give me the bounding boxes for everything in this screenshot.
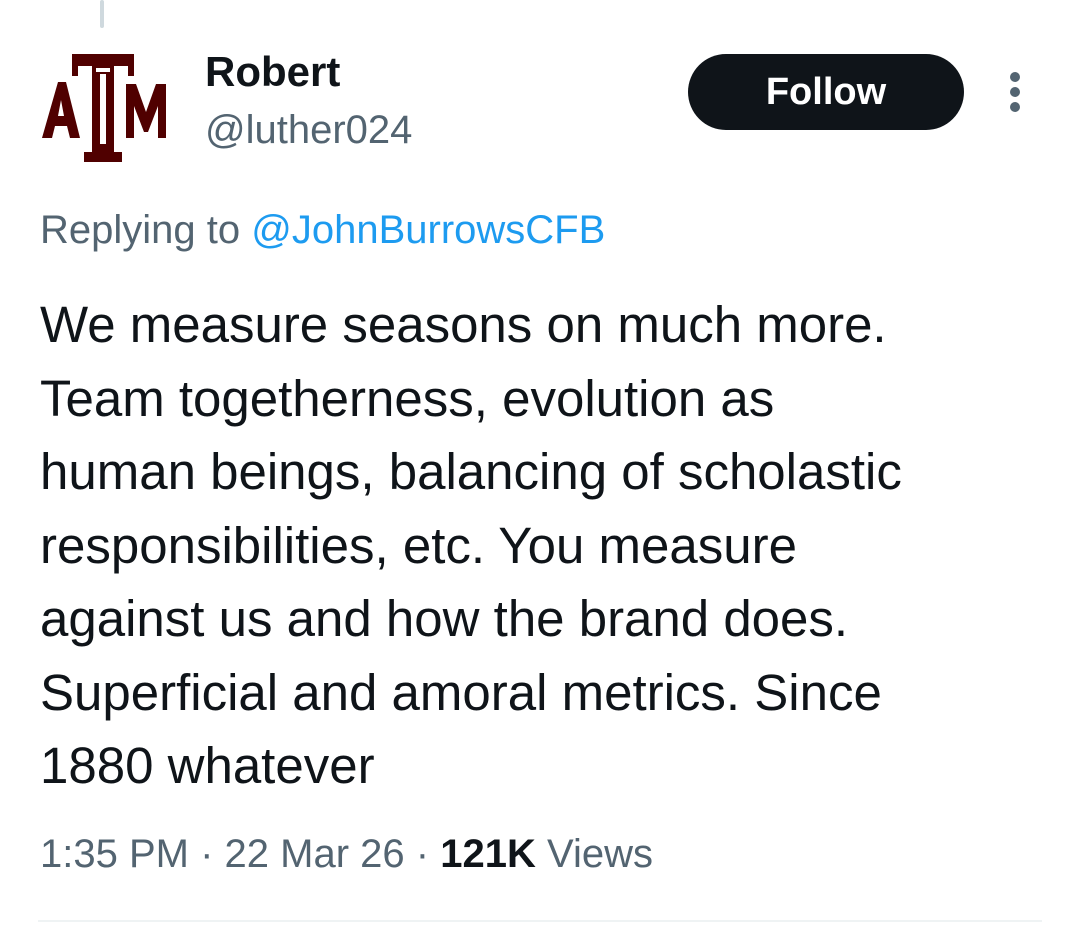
meta-separator: · — [415, 832, 430, 876]
tweet-text-line: responsibilities, etc. You measure — [40, 516, 797, 574]
tweet-date[interactable]: 22 Mar 26 — [225, 832, 405, 876]
tweet-text-line: We measure seasons on much more. — [40, 296, 887, 353]
tweet-time[interactable]: 1:35 PM — [40, 832, 189, 876]
tweet-text-line: 1880 whatever — [40, 737, 375, 794]
author-name[interactable]: Robert — [205, 46, 340, 98]
tweet-meta: 1:35 PM · 22 Mar 26 · 121K Views — [40, 828, 653, 880]
divider — [38, 920, 1042, 922]
follow-button[interactable]: Follow — [688, 54, 964, 130]
tweet-text: We measure seasons on much more. Team to… — [40, 288, 1060, 803]
views-label: Views — [546, 832, 653, 876]
reply-mention-link[interactable]: @JohnBurrowsCFB — [251, 208, 605, 252]
thread-connector-line — [100, 0, 104, 28]
replying-to: Replying to @JohnBurrowsCFB — [40, 204, 605, 256]
tweet-text-line: Superficial and amoral metrics. Since — [40, 663, 882, 721]
more-vertical-icon[interactable] — [1004, 70, 1028, 114]
avatar[interactable] — [38, 40, 168, 165]
meta-separator: · — [200, 832, 214, 876]
tweet-text-line: human beings, balancing of scholastic — [40, 443, 902, 500]
replying-to-label: Replying to — [40, 208, 241, 252]
views-count: 121K — [440, 832, 536, 876]
author-handle[interactable]: @luther024 — [205, 104, 412, 156]
tweet-text-line: Team togetherness, evolution as — [40, 369, 775, 427]
tweet-text-line: against us and how the brand does. — [40, 590, 849, 647]
atm-logo-icon — [42, 54, 166, 162]
